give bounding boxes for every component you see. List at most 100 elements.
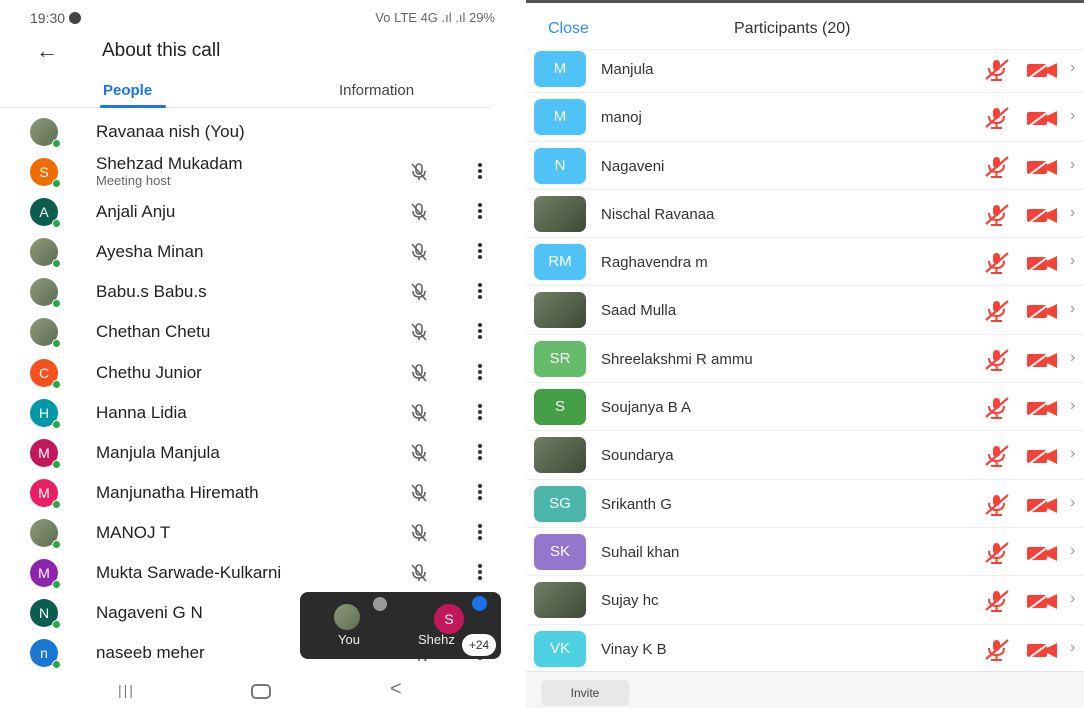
video-off-icon [1026, 543, 1058, 563]
mic-off-icon [408, 402, 430, 424]
chevron-right-icon[interactable]: › [1070, 639, 1075, 657]
tab-information[interactable]: Information [339, 82, 414, 99]
video-off-icon [1026, 60, 1058, 80]
chevron-right-icon[interactable]: › [1070, 59, 1075, 77]
person-row[interactable]: M Mukta Sarwade-Kulkarni [0, 553, 505, 593]
participant-avatar: SG [534, 485, 586, 522]
self-view-overlay[interactable]: You S Shehz +24 [300, 592, 501, 659]
participant-row[interactable]: SK Suhail khan › [526, 528, 1084, 577]
back-arrow-icon[interactable]: ← [36, 38, 58, 64]
participant-avatar: N [534, 147, 586, 184]
more-participants-badge[interactable]: +24 [462, 634, 496, 656]
person-row[interactable]: Ayesha Minan [0, 232, 505, 272]
self-label: You [338, 632, 360, 647]
person-role: Meeting host [96, 173, 171, 189]
mic-off-icon [408, 321, 430, 343]
more-options-icon[interactable] [474, 522, 486, 544]
person-row[interactable]: A Anjali Anju [0, 192, 505, 232]
more-options-icon[interactable] [474, 201, 486, 223]
participant-row[interactable]: N Nagaveni › [526, 142, 1084, 190]
online-status-icon [52, 259, 61, 269]
participant-row[interactable]: RM Raghavendra m › [526, 238, 1084, 287]
tab-people[interactable]: People [103, 82, 152, 99]
participant-row[interactable]: Saad Mulla › [526, 286, 1084, 335]
muted-mic-icon [982, 540, 1010, 566]
chevron-right-icon[interactable]: › [1070, 542, 1075, 560]
person-name: Manjunatha Hiremath [96, 482, 259, 502]
person-row[interactable]: C Chethu Junior [0, 353, 505, 393]
participant-row[interactable]: SR Shreelakshmi R ammu › [526, 335, 1084, 384]
chevron-right-icon[interactable]: › [1070, 204, 1075, 222]
person-row[interactable]: MANOJ T [0, 513, 505, 553]
participant-row[interactable]: Sujay hc › [526, 576, 1084, 625]
person-name: Mukta Sarwade-Kulkarni [96, 563, 282, 583]
chevron-right-icon[interactable]: › [1070, 494, 1075, 512]
participant-name: manoj [601, 109, 642, 127]
people-list: Ravanaa nish (You) S Shehzad Mukadam Meetin… [0, 112, 505, 673]
online-status-icon [52, 299, 61, 309]
invite-button[interactable]: Invite [541, 680, 629, 706]
muted-mic-icon [982, 395, 1010, 421]
muted-mic-icon [982, 202, 1010, 228]
more-options-icon[interactable] [474, 321, 486, 343]
participant-avatar: S [534, 389, 586, 426]
chevron-right-icon[interactable]: › [1070, 445, 1075, 463]
more-options-icon[interactable] [474, 402, 486, 424]
chevron-right-icon[interactable]: › [1070, 349, 1075, 367]
participant-row[interactable]: M Manjula › [526, 45, 1084, 94]
participants-header: Close Participants (20) [526, 6, 1084, 50]
person-name: Hanna Lidia [96, 402, 187, 422]
participants-title: Participants (20) [734, 20, 851, 37]
person-row[interactable]: Babu.s Babu.s [0, 272, 505, 312]
home-icon[interactable] [251, 684, 271, 699]
more-options-icon[interactable] [474, 362, 486, 384]
online-status-icon [52, 499, 61, 509]
person-row[interactable]: H Hanna Lidia [0, 393, 505, 433]
participant-row[interactable]: Nischal Ravanaa › [526, 190, 1084, 239]
more-options-icon[interactable] [474, 442, 486, 464]
participant-name: Shreelakshmi R ammu [601, 350, 753, 368]
person-name: Chethu Junior [96, 362, 202, 382]
participant-row[interactable]: VK Vinay K B › [526, 625, 1084, 673]
chevron-right-icon[interactable]: › [1070, 156, 1075, 174]
back-icon[interactable]: < [390, 678, 402, 701]
muted-mic-icon [982, 250, 1010, 276]
mic-off-icon [408, 482, 430, 504]
participant-name: Vinay K B [601, 640, 667, 658]
person-row[interactable]: M Manjula Manjula [0, 433, 505, 473]
more-options-icon[interactable] [474, 281, 486, 303]
chevron-right-icon[interactable]: › [1070, 590, 1075, 608]
participant-name: Sujay hc [601, 592, 659, 610]
video-off-icon [1026, 156, 1058, 177]
person-name: Manjula Manjula [96, 442, 220, 462]
self-avatar [334, 604, 360, 630]
participant-name: Nischal Ravanaa [601, 205, 715, 223]
tab-bar: People Information [0, 74, 490, 108]
online-status-icon [52, 219, 61, 229]
muted-mic-icon [982, 57, 1010, 83]
participant-row[interactable]: Mmanoj › [526, 93, 1084, 142]
participant-row[interactable]: SG Srikanth G › [526, 480, 1084, 528]
recents-icon[interactable]: ||| [118, 682, 135, 698]
more-options-icon[interactable] [474, 482, 486, 504]
chevron-right-icon[interactable]: › [1070, 252, 1075, 270]
person-row[interactable]: Chethan Chetu [0, 312, 505, 352]
meet-panel: 19:30 Vo LTE 4G .ıl .ıl 29% ← About this… [0, 0, 505, 708]
online-status-icon [52, 139, 61, 148]
chevron-right-icon[interactable]: › [1070, 300, 1075, 318]
person-name: naseeb meher [96, 643, 205, 663]
person-row[interactable]: M Manjunatha Hiremath [0, 473, 505, 513]
more-options-icon[interactable] [474, 562, 486, 584]
person-row[interactable]: S Shehzad Mukadam Meeting host [0, 152, 505, 192]
person-name: Babu.s Babu.s [96, 282, 207, 302]
chevron-right-icon[interactable]: › [1070, 397, 1075, 415]
participant-row[interactable]: S Soujanya B A › [526, 383, 1084, 432]
participant-row[interactable]: Soundarya › [526, 431, 1084, 480]
close-button[interactable]: Close [548, 20, 589, 38]
online-status-icon [52, 339, 61, 349]
more-options-icon[interactable] [474, 241, 486, 263]
chevron-right-icon[interactable]: › [1070, 107, 1075, 125]
participant-avatar: VK [534, 630, 586, 667]
more-options-icon[interactable] [474, 161, 486, 183]
person-row[interactable]: Ravanaa nish (You) [0, 112, 505, 152]
